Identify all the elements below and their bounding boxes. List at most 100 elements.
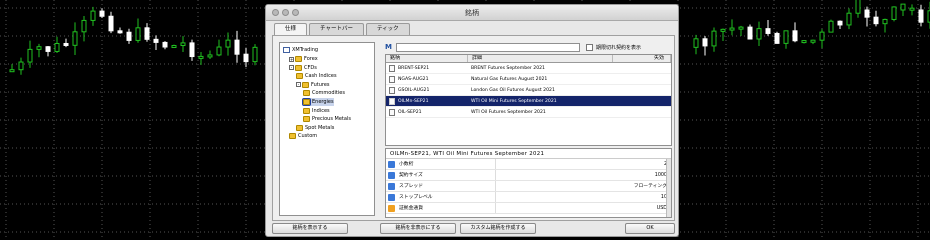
search-input[interactable]: [396, 42, 580, 52]
collapse-icon[interactable]: -: [289, 65, 294, 71]
symbol-icon: [389, 86, 395, 94]
tree-item-label: Commodities: [312, 90, 345, 97]
column-header-expiry[interactable]: 失効: [613, 55, 671, 62]
tab-specification[interactable]: 仕様: [274, 23, 308, 35]
tree-item[interactable]: + Forex: [289, 55, 318, 63]
table-row[interactable]: BRENT-SEP21 BRENT Futures September 2021: [386, 63, 671, 74]
candle-body: [855, 0, 861, 14]
candle-body: [846, 12, 852, 26]
property-value: 10: [660, 195, 667, 200]
column-header-symbol[interactable]: 銘柄: [386, 55, 468, 62]
table-row[interactable]: GSOIL-AUG21 London Gas Oil Futures August…: [386, 85, 671, 96]
candle-body: [189, 42, 195, 58]
candle-body: [864, 9, 870, 18]
candle-body: [108, 15, 114, 32]
hide-symbol-button[interactable]: 銘柄を非表示にする: [380, 223, 456, 234]
expand-icon[interactable]: +: [289, 56, 294, 62]
candle-body: [792, 30, 798, 42]
tree-item[interactable]: Indices: [303, 107, 330, 115]
tab-ticks[interactable]: ティック: [365, 23, 410, 35]
symbol-cell: NGAS-AUG21: [386, 74, 468, 84]
tree-item[interactable]: Energies: [302, 98, 334, 106]
tab-content: XMTrading + Forex - CFDs Cash Indices - Future…: [272, 35, 675, 221]
symbol-cell: BRENT-SEP21: [386, 63, 468, 73]
symbols-dialog: 銘柄 仕様 チャートバー ティック XMTrading + Forex - CFDs C…: [265, 4, 679, 237]
create-custom-symbol-button[interactable]: カスタム銘柄を作成する: [460, 223, 536, 234]
candle-body: [216, 46, 222, 56]
property-name: 証拠金通貨: [386, 203, 496, 213]
tree-item-label: Precious Metals: [312, 116, 351, 123]
property-name: 契約サイズ: [386, 170, 496, 180]
property-row: 証拠金通貨 USD: [386, 203, 671, 214]
search-icon[interactable]: M: [385, 43, 394, 52]
tree-item[interactable]: Custom: [289, 132, 317, 140]
table-row[interactable]: NGAS-AUG21 Natural Gas Futures August 202…: [386, 74, 671, 85]
table-row[interactable]: OILMn-SEP21 WTI Oil Mini Futures Septembe…: [386, 96, 671, 107]
tree-item[interactable]: Spot Metals: [296, 124, 334, 132]
tree-item[interactable]: Cash Indices: [296, 72, 337, 80]
tree-item[interactable]: - Futures: [296, 81, 330, 89]
property-name: 小数桁: [386, 159, 496, 169]
server-icon: [283, 47, 290, 53]
collapse-icon[interactable]: -: [296, 82, 301, 88]
candle-body: [99, 10, 105, 17]
candle-body: [693, 38, 699, 48]
candle-body: [873, 16, 879, 25]
tree-root[interactable]: XMTrading: [283, 46, 318, 54]
folder-icon: [302, 98, 311, 106]
candle-body: [234, 39, 240, 55]
table-row[interactable]: OIL-SEP21 WTI Oil Futures September 2021: [386, 107, 671, 118]
property-label: ストップレベル: [399, 194, 433, 200]
candle-body: [162, 41, 168, 48]
tree-item-label: Futures: [311, 81, 330, 88]
tree-item-label: Indices: [312, 107, 330, 114]
candle-body: [819, 31, 825, 41]
tree-item[interactable]: Commodities: [303, 89, 345, 97]
symbol-name: OILMn-SEP21: [398, 98, 429, 104]
tree-item[interactable]: Precious Metals: [303, 115, 351, 123]
candle-body: [756, 28, 762, 40]
description-cell: WTI Oil Futures September 2021: [471, 109, 546, 115]
candle-body: [126, 31, 132, 41]
property-value: 2: [496, 159, 671, 169]
column-header-description[interactable]: 詳細: [468, 55, 613, 62]
folder-icon: [295, 64, 302, 71]
description-cell: Natural Gas Futures August 2021: [471, 76, 548, 82]
folder-icon: [303, 90, 310, 97]
candle-body: [702, 38, 708, 47]
property-row: 契約サイズ 1000: [386, 170, 671, 181]
symbol-icon: [389, 108, 395, 116]
candle-body: [180, 42, 186, 47]
candle-body: [729, 27, 735, 31]
property-row: ストップレベル 10: [386, 192, 671, 203]
property-icon: [388, 160, 395, 168]
candle-body: [135, 27, 141, 41]
symbol-name: GSOIL-AUG21: [398, 87, 430, 93]
candle-body: [81, 19, 87, 33]
expiry-cell: [613, 107, 671, 117]
show-expired-label: 期限切れ契約を表示: [596, 44, 642, 51]
search-bar: M 期限切れ契約を表示: [385, 42, 641, 52]
symbol-name: OIL-SEP21: [398, 109, 422, 115]
folder-icon: [303, 107, 310, 114]
property-icon: [388, 204, 395, 212]
candle-body: [225, 39, 231, 48]
candle-body: [918, 9, 924, 23]
ok-button[interactable]: OK: [625, 223, 675, 234]
details-scrollbar[interactable]: [666, 159, 671, 217]
expiry-cell: [613, 85, 671, 95]
table-header: 銘柄 詳細 失効: [386, 55, 671, 63]
show-symbol-button[interactable]: 銘柄を表示する: [272, 223, 348, 234]
candle-body: [738, 26, 744, 30]
tree-item-label: Cash Indices: [305, 73, 337, 80]
candle-body: [90, 10, 96, 21]
tab-chart-bars[interactable]: チャートバー: [309, 23, 364, 35]
symbol-icon: [389, 64, 395, 72]
tree-item[interactable]: - CFDs: [289, 64, 317, 72]
folder-icon: [302, 81, 309, 88]
show-expired-checkbox[interactable]: [586, 43, 593, 51]
candle-body: [153, 38, 159, 43]
candle-body: [63, 42, 69, 46]
window-title: 銘柄: [465, 9, 479, 17]
property-value: USD: [656, 206, 667, 211]
